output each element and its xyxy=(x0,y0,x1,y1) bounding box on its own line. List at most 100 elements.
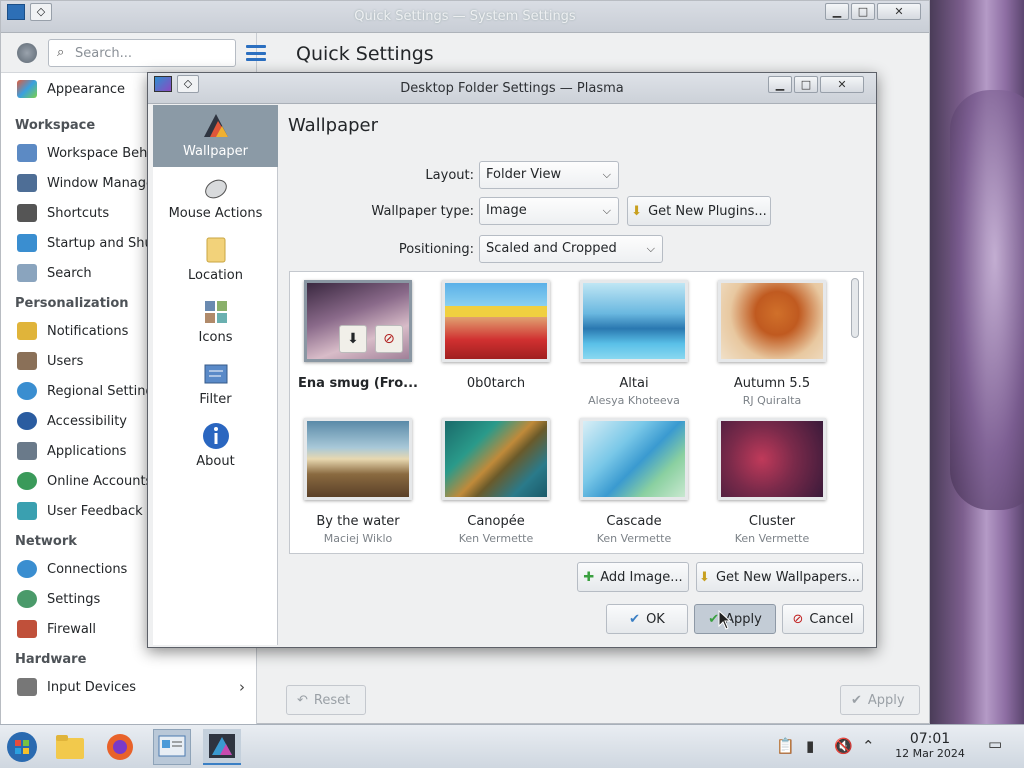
remove-icon[interactable]: ⊘ xyxy=(375,325,403,353)
sidebar-item-input-devices[interactable]: Input Devices › xyxy=(1,672,257,702)
taskbar-system-settings[interactable] xyxy=(153,729,191,765)
cancel-button[interactable]: ⊘ Cancel xyxy=(782,604,864,634)
open-folder-icon[interactable]: ⬇ xyxy=(339,325,367,353)
accessibility-icon xyxy=(17,412,37,430)
volume-muted-icon[interactable]: 🔇 xyxy=(834,737,853,755)
download-icon: ⬇ xyxy=(631,203,643,219)
taskbar-firefox[interactable] xyxy=(101,729,139,765)
wallpaper-tile[interactable]: Cascade Ken Vermette xyxy=(574,412,694,545)
folder-icon xyxy=(206,237,225,263)
window-controls: ▁ □ ✕ xyxy=(825,3,921,20)
dialog-maximize-button[interactable]: □ xyxy=(794,76,818,93)
show-desktop-icon[interactable]: ▭ xyxy=(988,735,1002,753)
scrollbar-thumb[interactable] xyxy=(851,278,859,338)
wallpaper-tile[interactable]: By the water Maciej Wiklo xyxy=(298,412,418,545)
nav-about[interactable]: About xyxy=(153,415,278,477)
nav-filter[interactable]: Filter xyxy=(153,353,278,415)
applications-icon xyxy=(17,442,37,460)
clock-date: 12 Mar 2024 xyxy=(895,747,965,760)
wallpaper-tile[interactable]: Altai Alesya Khoteeva xyxy=(574,274,694,407)
wallpaper-tile[interactable]: 0b0tarch xyxy=(436,274,556,406)
positioning-combo[interactable]: Scaled and Cropped ⌵ xyxy=(479,235,663,263)
workspace-icon xyxy=(17,144,37,162)
cancel-icon: ⊘ xyxy=(792,611,804,627)
wallpaper-grid: ⬇ ⊘ Ena smug (Fro... 0b0tarch Altai Ales… xyxy=(289,271,864,554)
system-apply-button[interactable]: ✔ Apply xyxy=(840,685,920,715)
settings-logo-icon xyxy=(17,43,37,63)
firewall-icon xyxy=(17,620,37,638)
nav-mouse-actions[interactable]: Mouse Actions xyxy=(153,167,278,229)
close-button[interactable]: ✕ xyxy=(877,3,921,20)
check-icon: ✔ xyxy=(851,692,862,708)
minimize-button[interactable]: ▁ xyxy=(825,3,849,20)
search-input[interactable]: ⌕ Search... xyxy=(48,39,236,67)
get-new-plugins-button[interactable]: ⬇ Get New Plugins... xyxy=(627,196,771,226)
wallpaper-thumbnail xyxy=(718,280,826,362)
chevron-down-icon: ⌵ xyxy=(646,242,655,255)
nav-location[interactable]: Location xyxy=(153,229,278,291)
network-settings-icon xyxy=(17,590,37,608)
ok-button[interactable]: ✔ OK xyxy=(606,604,688,634)
desktop-folder-settings-dialog: ◇ Desktop Folder Settings — Plasma ▁ □ ✕… xyxy=(147,72,877,648)
get-new-wallpapers-button[interactable]: ⬇ Get New Wallpapers... xyxy=(696,562,863,592)
firefox-icon xyxy=(107,734,133,760)
wallpaper-tile[interactable]: Cluster Ken Vermette xyxy=(712,412,832,545)
wallpaper-thumbnail xyxy=(442,280,550,362)
nav-icons[interactable]: Icons xyxy=(153,291,278,353)
window-icon xyxy=(17,174,37,192)
start-menu-button[interactable] xyxy=(3,729,41,765)
add-image-button[interactable]: ✚ Add Image... xyxy=(577,562,689,592)
search-placeholder: Search... xyxy=(75,46,133,61)
wallpaper-scrollbar[interactable] xyxy=(849,274,861,551)
hamburger-menu-icon[interactable] xyxy=(246,45,266,61)
wallpaper-thumbnail xyxy=(442,418,550,500)
maximize-button[interactable]: □ xyxy=(851,3,875,20)
plasma-icon xyxy=(209,734,235,758)
clock[interactable]: 07:01 12 Mar 2024 xyxy=(880,731,980,760)
nav-wallpaper[interactable]: Wallpaper xyxy=(153,105,278,167)
user-icon xyxy=(17,352,37,370)
battery-tray-icon[interactable]: ▮ xyxy=(806,737,814,755)
clipboard-tray-icon[interactable]: 📋 xyxy=(776,737,795,755)
desktop-background xyxy=(930,0,1024,724)
chevron-right-icon: › xyxy=(239,678,245,696)
dialog-titlebar[interactable]: ◇ Desktop Folder Settings — Plasma ▁ □ ✕ xyxy=(148,73,876,104)
wallpaper-type-label: Wallpaper type: xyxy=(371,204,474,219)
taskbar-file-manager[interactable] xyxy=(51,729,89,765)
positioning-label: Positioning: xyxy=(398,242,474,257)
section-hardware: Hardware xyxy=(15,652,87,667)
wallpaper-tile[interactable]: Canopée Ken Vermette xyxy=(436,412,556,545)
filter-icon xyxy=(204,364,227,384)
system-settings-titlebar[interactable]: ◇ Quick Settings — System Settings ▁ □ ✕ xyxy=(1,1,929,33)
dialog-nav: Wallpaper Mouse Actions Location Icons F… xyxy=(153,105,278,645)
wallpaper-thumbnail xyxy=(304,418,412,500)
wallpaper-tile[interactable]: ⬇ ⊘ Ena smug (Fro... xyxy=(298,274,418,406)
startup-icon xyxy=(17,234,37,252)
reset-button[interactable]: ↶ Reset xyxy=(286,685,366,715)
settings-window-icon xyxy=(158,735,186,757)
wallpaper-page: Wallpaper Layout: Folder View ⌵ Wallpape… xyxy=(279,105,874,645)
wallpaper-icon xyxy=(203,114,228,137)
layout-combo[interactable]: Folder View ⌵ xyxy=(479,161,619,189)
mouse-cursor-icon xyxy=(718,610,732,630)
network-globe-icon xyxy=(17,560,37,578)
plus-icon: ✚ xyxy=(583,569,595,585)
mouse-icon xyxy=(17,678,37,696)
mouse-icon xyxy=(204,179,227,199)
wallpaper-type-combo[interactable]: Image ⌵ xyxy=(479,197,619,225)
dialog-minimize-button[interactable]: ▁ xyxy=(768,76,792,93)
dialog-close-button[interactable]: ✕ xyxy=(820,76,864,93)
wallpaper-thumbnail: ⬇ ⊘ xyxy=(304,280,412,362)
taskbar-plasma-dialog[interactable] xyxy=(203,729,241,765)
sidebar-header: ⌕ Search... xyxy=(1,33,266,73)
globe-icon xyxy=(17,382,37,400)
dialog-window-controls: ▁ □ ✕ xyxy=(768,76,864,93)
icons-icon xyxy=(204,301,227,323)
check-icon: ✔ xyxy=(629,611,641,627)
taskbar: 📋 ▮ 🔇 ⌃ 07:01 12 Mar 2024 ▭ xyxy=(0,724,1024,768)
wallpaper-tile[interactable]: Autumn 5.5 RJ Quiralta xyxy=(712,274,832,407)
tray-expand-chevron-icon[interactable]: ⌃ xyxy=(862,737,875,755)
download-icon: ⬇ xyxy=(699,569,710,585)
apply-button[interactable]: ✔ Apply xyxy=(694,604,776,634)
start-orb-icon xyxy=(7,732,37,762)
